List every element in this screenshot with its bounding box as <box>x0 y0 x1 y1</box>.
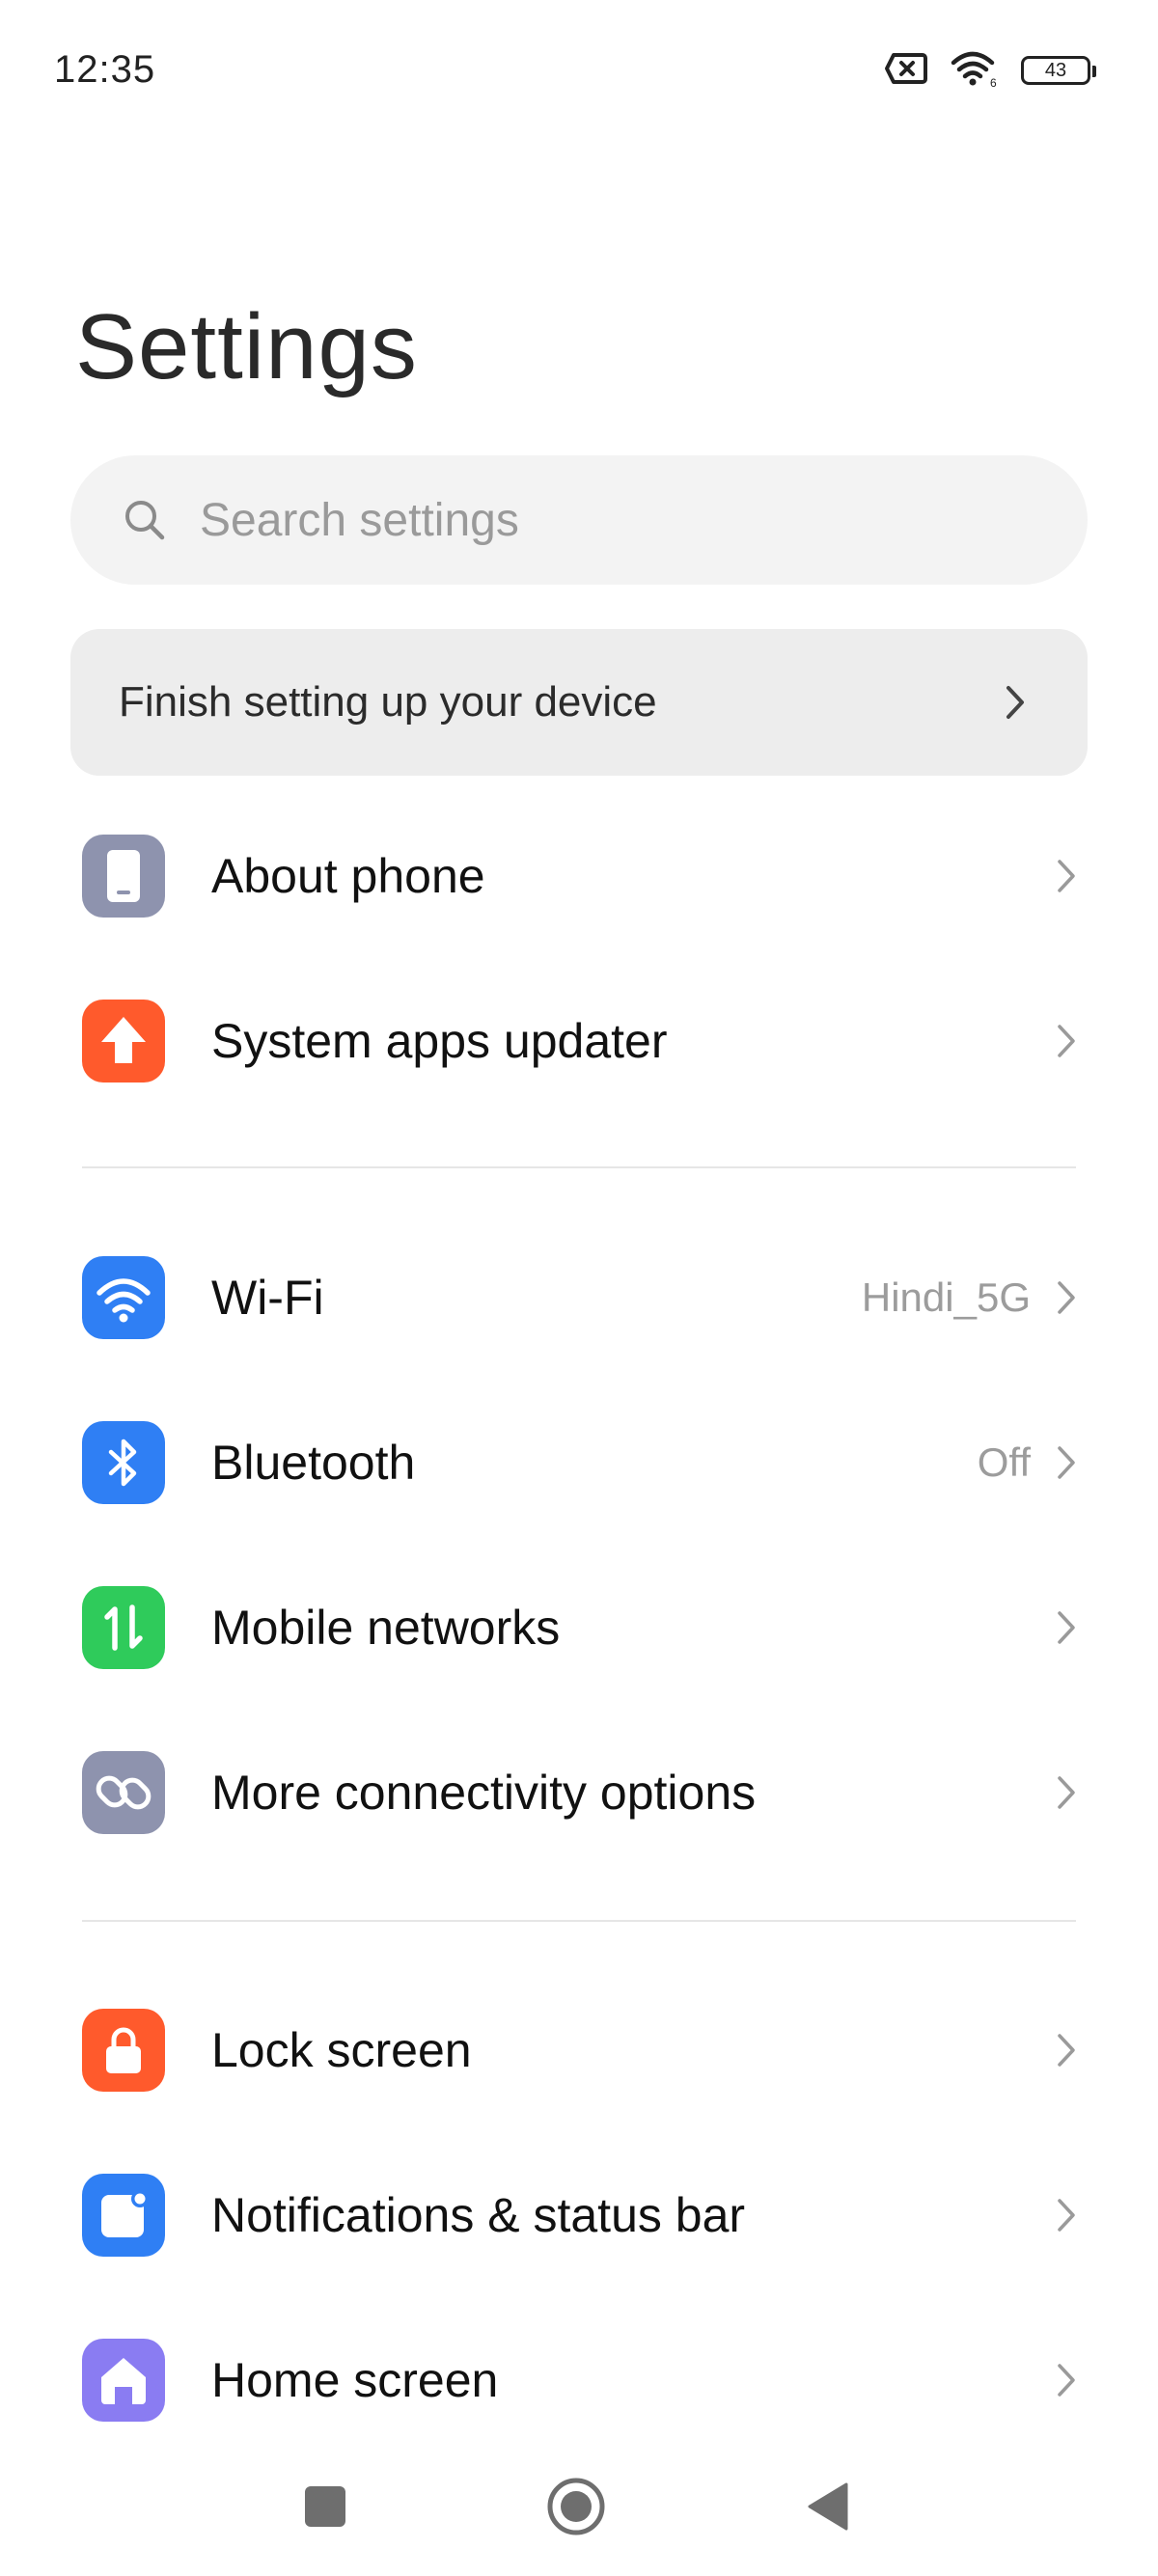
chevron-right-icon <box>1052 853 1081 899</box>
wifi-icon <box>82 1256 165 1339</box>
search-icon <box>121 496 169 544</box>
recents-button[interactable] <box>287 2470 364 2547</box>
settings-item-home-screen[interactable]: Home screen <box>0 2298 1158 2462</box>
settings-item-more-connectivity[interactable]: More connectivity options <box>0 1711 1158 1875</box>
settings-item-label: Wi-Fi <box>211 1271 324 1325</box>
navigation-bar <box>0 2441 1158 2576</box>
settings-item-notifications[interactable]: Notifications & status bar <box>0 2133 1158 2297</box>
battery-level: 43 <box>1044 59 1067 81</box>
divider <box>82 1920 1076 1922</box>
bluetooth-icon <box>82 1421 165 1504</box>
back-button[interactable] <box>789 2470 867 2547</box>
settings-item-label: Notifications & status bar <box>211 2188 746 2242</box>
upload-arrow-icon <box>82 1000 165 1082</box>
settings-item-mobile-networks[interactable]: Mobile networks <box>0 1546 1158 1710</box>
search-bar[interactable] <box>70 455 1088 585</box>
mobile-data-icon <box>82 1586 165 1669</box>
chevron-right-icon <box>1052 2027 1081 2073</box>
chevron-right-icon <box>1052 1769 1081 1816</box>
settings-item-label: Lock screen <box>211 2023 472 2077</box>
settings-item-label: About phone <box>211 849 485 903</box>
chevron-right-icon <box>1001 679 1030 726</box>
phone-icon <box>82 835 165 918</box>
wifi-icon: 6 <box>950 49 1000 93</box>
back-triangle-icon <box>806 2481 850 2536</box>
svg-text:6: 6 <box>990 76 997 88</box>
sim-off-icon <box>884 52 928 90</box>
chevron-right-icon <box>1052 2357 1081 2403</box>
settings-item-bluetooth[interactable]: Bluetooth Off <box>0 1381 1158 1545</box>
search-input[interactable] <box>200 493 972 547</box>
battery-icon: 43 <box>1021 56 1096 85</box>
chevron-right-icon <box>1052 2192 1081 2238</box>
chevron-right-icon <box>1052 1274 1081 1321</box>
settings-item-label: System apps updater <box>211 1014 668 1068</box>
page-title: Settings <box>75 295 418 398</box>
settings-item-label: More connectivity options <box>211 1766 757 1820</box>
settings-item-lock-screen[interactable]: Lock screen <box>0 1968 1158 2132</box>
square-icon <box>303 2484 347 2534</box>
chevron-right-icon <box>1052 1604 1081 1651</box>
link-icon <box>82 1751 165 1834</box>
chevron-right-icon <box>1052 1439 1081 1486</box>
settings-item-label: Home screen <box>211 2353 499 2407</box>
settings-item-label: Bluetooth <box>211 1436 416 1490</box>
status-icons: 6 43 <box>884 48 1096 93</box>
lock-icon <box>82 2009 165 2092</box>
finish-setup-label: Finish setting up your device <box>119 678 657 726</box>
circle-icon <box>545 2476 607 2542</box>
settings-item-value: Off <box>977 1439 1031 1485</box>
settings-item-value: Hindi_5G <box>861 1274 1031 1320</box>
settings-item-about-phone[interactable]: About phone <box>0 794 1158 958</box>
status-time: 12:35 <box>54 48 156 91</box>
notification-icon <box>82 2174 165 2257</box>
settings-item-label: Mobile networks <box>211 1601 561 1655</box>
home-icon <box>82 2339 165 2422</box>
divider <box>82 1166 1076 1168</box>
finish-setup-banner[interactable]: Finish setting up your device <box>70 629 1088 776</box>
chevron-right-icon <box>1052 1018 1081 1064</box>
settings-item-wifi[interactable]: Wi-Fi Hindi_5G <box>0 1216 1158 1380</box>
home-button[interactable] <box>538 2470 615 2547</box>
settings-item-system-apps-updater[interactable]: System apps updater <box>0 959 1158 1123</box>
status-bar: 12:35 6 43 <box>0 0 1158 145</box>
